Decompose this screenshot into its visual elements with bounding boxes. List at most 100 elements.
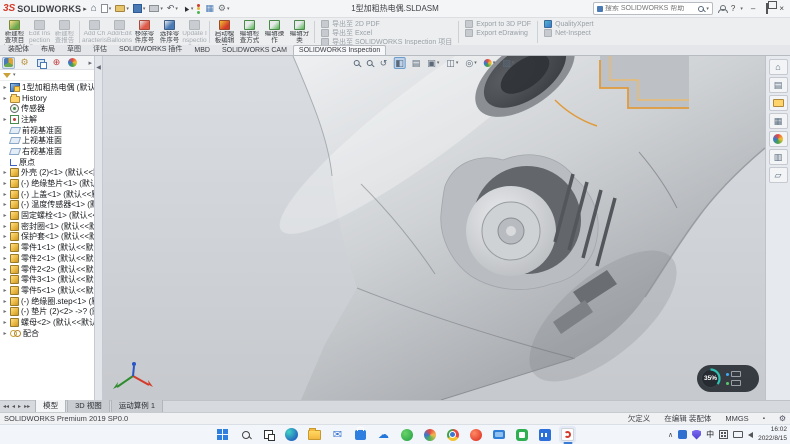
- tree-item[interactable]: 前视基准面: [1, 125, 94, 136]
- appearances-scenes-button[interactable]: [769, 131, 788, 147]
- expand-icon[interactable]: ▸: [2, 287, 8, 294]
- login-user-icon[interactable]: [718, 5, 726, 13]
- task-view-button[interactable]: [260, 426, 277, 443]
- status-options-icon[interactable]: ⚙: [779, 414, 786, 423]
- dynamic-annotation-button[interactable]: ▤: [411, 57, 422, 69]
- expand-icon[interactable]: ▸: [2, 116, 8, 123]
- tab-mbd[interactable]: MBD: [188, 45, 216, 55]
- file-explorer-button[interactable]: [306, 426, 323, 443]
- status-units[interactable]: MMGS: [725, 414, 748, 423]
- tray-app-icon[interactable]: [678, 430, 687, 439]
- first-tab-button[interactable]: ◂◂: [2, 403, 10, 410]
- app-pinwheel-button[interactable]: [421, 426, 438, 443]
- menu-flyout-icon[interactable]: ▸: [83, 5, 87, 13]
- tab-solidworks-inspection[interactable]: SOLIDWORKS Inspection: [293, 45, 386, 55]
- help-button[interactable]: ?: [731, 4, 735, 13]
- tab-property-manager[interactable]: ⚙: [18, 57, 31, 69]
- next-tab-button[interactable]: ▸: [17, 403, 22, 410]
- app-w-button[interactable]: [536, 426, 553, 443]
- tab-sketch[interactable]: 草图: [61, 42, 87, 55]
- tree-item[interactable]: ▸零件5<1> (默认<<默认>_显示状态: [1, 285, 94, 296]
- expand-icon[interactable]: ▸: [2, 169, 8, 176]
- home-button[interactable]: ⌂: [91, 3, 97, 14]
- tree-item[interactable]: ▸保护套<1> (默认<<默认>_显示状: [1, 232, 94, 243]
- tree-item[interactable]: 传感器: [1, 103, 94, 114]
- tree-item[interactable]: ▸(-) 上盖<1> (默认<<默认>_显示状: [1, 189, 94, 200]
- minimize-button[interactable]: –: [748, 4, 758, 13]
- tab-assembly[interactable]: 装配体: [2, 42, 35, 55]
- edit-appearance-button[interactable]: ▾: [483, 57, 497, 69]
- thermocouple-model[interactable]: [260, 56, 765, 400]
- help-dropdown-icon[interactable]: ▾: [740, 6, 743, 12]
- tree-item[interactable]: ▸零件2<1> (默认<<默认>_显示状态: [1, 253, 94, 264]
- app-s-button[interactable]: [513, 426, 530, 443]
- solidworks-taskbar-button[interactable]: [559, 426, 576, 443]
- expand-icon[interactable]: ▸: [2, 255, 8, 262]
- new-document-button[interactable]: ▾: [101, 4, 112, 13]
- expand-icon[interactable]: ▸: [2, 223, 8, 230]
- expand-icon[interactable]: ▸: [2, 191, 8, 198]
- mail-button[interactable]: ✉: [329, 426, 346, 443]
- app-monitor-button[interactable]: [490, 426, 507, 443]
- zoom-overlay-widget[interactable]: 35%: [697, 365, 759, 392]
- widget-button-bottom[interactable]: [726, 380, 741, 386]
- tree-item[interactable]: 原点: [1, 157, 94, 168]
- expand-icon[interactable]: ▸: [2, 266, 8, 273]
- onedrive-button[interactable]: ☁: [375, 426, 392, 443]
- tab-dimxpert-manager[interactable]: ⊕: [50, 57, 63, 69]
- previous-view-button[interactable]: ↺: [379, 57, 389, 69]
- tree-item[interactable]: ▸固定螺栓<1> (默认<<默认>_显示: [1, 210, 94, 221]
- custom-properties-button[interactable]: ▥: [769, 149, 788, 165]
- save-button[interactable]: ▾: [133, 4, 146, 13]
- edge-button[interactable]: [283, 426, 300, 443]
- tree-item[interactable]: ▸外壳 (2)<1> (默认<<默认>_显示状: [1, 168, 94, 179]
- taskbar-search-button[interactable]: [237, 426, 254, 443]
- edit-classifications-button[interactable]: 编辑分类: [287, 19, 312, 45]
- tree-item[interactable]: ▸(-) 绝缘圈.step<1> (默认<<默认>_: [1, 296, 94, 307]
- app-red-button[interactable]: [467, 426, 484, 443]
- apply-scene-button[interactable]: ▨▾: [501, 57, 515, 69]
- tree-item[interactable]: ▸零件1<1> (默认<<默认>_显示状态: [1, 242, 94, 253]
- tree-item[interactable]: ▸零件2<2> (默认<<默认>_显示状态: [1, 264, 94, 275]
- display-tray-icon[interactable]: [733, 431, 743, 438]
- tab-configuration-manager[interactable]: [34, 57, 47, 69]
- options-button[interactable]: ⚙▾: [218, 3, 230, 14]
- undo-button[interactable]: ↶▾: [167, 3, 178, 14]
- ime-indicator[interactable]: 中: [706, 429, 714, 440]
- tab-motion-study-1[interactable]: 运动算例 1: [111, 398, 163, 412]
- store-button[interactable]: [352, 426, 369, 443]
- security-shield-icon[interactable]: [692, 430, 701, 440]
- model-canvas[interactable]: [103, 56, 765, 400]
- tab-3d-views[interactable]: 3D 视图: [67, 398, 110, 412]
- export-2d-pdf-button[interactable]: 导出至 2D PDF: [321, 20, 452, 28]
- expand-icon[interactable]: ▸: [2, 319, 8, 326]
- expand-icon[interactable]: ▸: [2, 180, 8, 187]
- zoom-to-area-button[interactable]: [366, 57, 374, 69]
- expand-icon[interactable]: ▸: [2, 84, 8, 91]
- expand-icon[interactable]: ▸: [2, 244, 8, 251]
- export-3d-pdf-button[interactable]: Export to 3D PDF: [465, 20, 531, 28]
- tab-evaluate[interactable]: 评估: [87, 42, 113, 55]
- section-view-button[interactable]: ◧: [393, 57, 406, 69]
- view-palette-button[interactable]: ▦: [769, 113, 788, 129]
- app-green-button[interactable]: [398, 426, 415, 443]
- tree-item[interactable]: ▸(-) 绝缘垫片<1> (默认<<默认>_显: [1, 178, 94, 189]
- panel-tabs-overflow-icon[interactable]: ▸: [88, 59, 92, 67]
- open-document-button[interactable]: ▾: [115, 5, 129, 12]
- tree-item[interactable]: ▸(-) 温度传感器<1> (默认<<默认>_: [1, 200, 94, 211]
- expand-icon[interactable]: ▸: [2, 330, 8, 337]
- tab-display-manager[interactable]: [66, 57, 79, 69]
- tree-item[interactable]: 上视基准面: [1, 135, 94, 146]
- tree-filter[interactable]: ▾: [0, 70, 94, 81]
- speaker-icon[interactable]: [748, 432, 753, 438]
- chrome-button[interactable]: [444, 426, 461, 443]
- pane-layout-button[interactable]: ▦: [205, 3, 214, 14]
- export-excel-button[interactable]: 导出至 Excel: [321, 29, 452, 37]
- tree-item[interactable]: ▸注解: [1, 114, 94, 125]
- ime-layout-icon[interactable]: [719, 430, 728, 439]
- search-dropdown-icon[interactable]: ▾: [706, 6, 709, 12]
- file-explorer-button[interactable]: [769, 95, 788, 111]
- restore-button[interactable]: [763, 4, 771, 13]
- help-search-box[interactable]: ▾: [593, 2, 713, 15]
- view-orientation-button[interactable]: ▣▾: [426, 57, 440, 69]
